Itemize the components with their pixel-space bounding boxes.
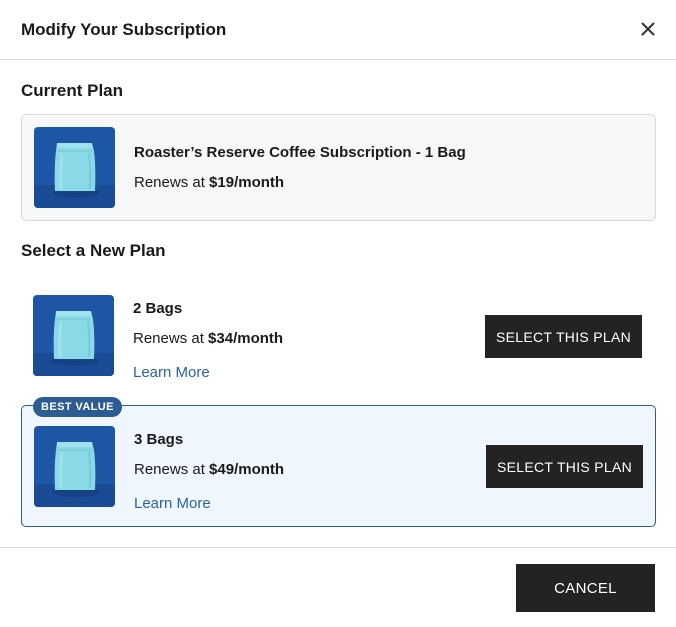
plan-renewal: Renews at $34/month bbox=[133, 330, 283, 347]
current-plan-name: Roaster’s Reserve Coffee Subscription - … bbox=[134, 144, 466, 161]
renewal-price: $49/month bbox=[209, 461, 285, 478]
best-value-badge: BEST VALUE bbox=[33, 397, 122, 417]
cancel-button[interactable]: CANCEL bbox=[516, 564, 655, 612]
current-plan-heading: Current Plan bbox=[21, 81, 124, 100]
current-plan-card: Roaster’s Reserve Coffee Subscription - … bbox=[21, 114, 656, 221]
select-plan-button[interactable]: SELECT THIS PLAN bbox=[485, 315, 642, 358]
current-plan-renewal: Renews at $19/month bbox=[134, 174, 284, 191]
renewal-price: $19/month bbox=[209, 174, 285, 191]
plan-name: 3 Bags bbox=[134, 431, 184, 448]
close-button[interactable] bbox=[636, 17, 660, 41]
renewal-prefix: Renews at bbox=[134, 461, 210, 478]
plan-name: 2 Bags bbox=[133, 300, 183, 317]
coffee-bag-icon bbox=[33, 295, 114, 376]
modal-header: Modify Your Subscription bbox=[0, 0, 676, 60]
coffee-bag-icon bbox=[34, 127, 115, 208]
select-plan-button[interactable]: SELECT THIS PLAN bbox=[486, 445, 643, 488]
renewal-prefix: Renews at bbox=[133, 330, 209, 347]
renewal-price: $34/month bbox=[208, 330, 284, 347]
plan-option-3-bags: 3 Bags Renews at $49/month Learn More SE… bbox=[21, 405, 656, 527]
plan-option-2-bags: 2 Bags Renews at $34/month Learn More SE… bbox=[21, 284, 656, 394]
coffee-bag-icon bbox=[34, 426, 115, 507]
plan-renewal: Renews at $49/month bbox=[134, 461, 284, 478]
renewal-prefix: Renews at bbox=[134, 174, 210, 191]
modal-footer: CANCEL bbox=[0, 547, 676, 627]
learn-more-link[interactable]: Learn More bbox=[134, 495, 211, 512]
modal-title: Modify Your Subscription bbox=[21, 20, 227, 39]
learn-more-link[interactable]: Learn More bbox=[133, 364, 210, 381]
product-image bbox=[34, 127, 115, 208]
close-icon bbox=[641, 22, 655, 36]
product-image bbox=[33, 295, 114, 376]
select-plan-heading: Select a New Plan bbox=[21, 241, 166, 260]
product-image bbox=[34, 426, 115, 507]
